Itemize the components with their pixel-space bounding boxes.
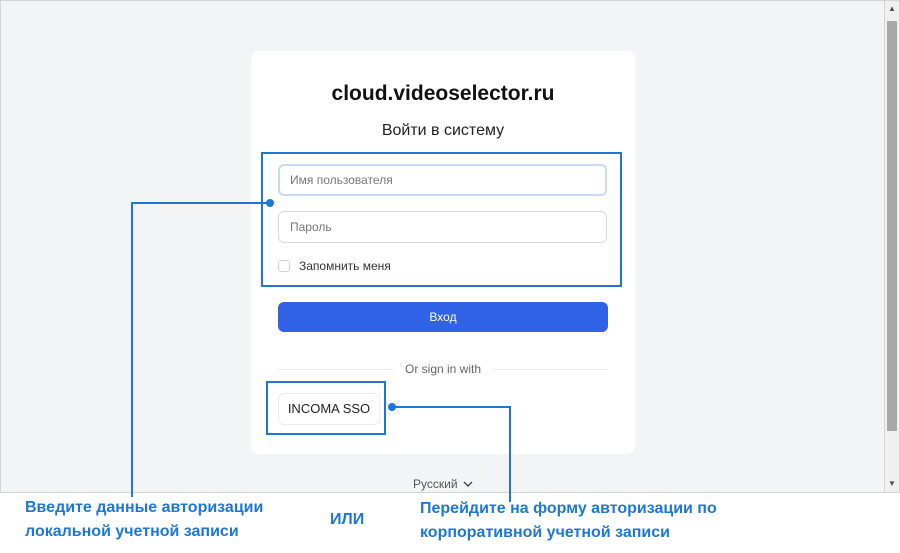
sso-callout-line2: корпоративной учетной записи [420,524,670,541]
scroll-down-arrow-icon[interactable]: ▼ [885,476,899,492]
site-title: cloud.videoselector.ru [331,82,555,105]
local-credentials-highlight [261,152,622,287]
divider-text: Or sign in with [393,362,493,376]
sso-callout: Перейдите на форму авторизации по корпор… [420,497,717,545]
scroll-thumb[interactable] [887,21,897,431]
login-button[interactable]: Вход [278,302,608,332]
or-text: ИЛИ [330,511,365,528]
language-label: Русский [413,477,458,491]
sso-callout-line1: Перейдите на форму авторизации по [420,500,717,517]
vertical-scrollbar[interactable]: ▲ ▼ [884,0,900,493]
local-callout-line2: локальной учетной записи [25,523,239,540]
sso-highlight [266,381,386,435]
local-callout-line1: Введите данные авторизации [25,499,264,516]
chevron-down-icon [463,479,473,489]
login-heading: Войти в систему [381,122,505,139]
local-callout: Введите данные авторизации локальной уче… [25,496,263,544]
language-select[interactable]: Русский [413,477,473,491]
scroll-up-arrow-icon[interactable]: ▲ [885,1,899,17]
